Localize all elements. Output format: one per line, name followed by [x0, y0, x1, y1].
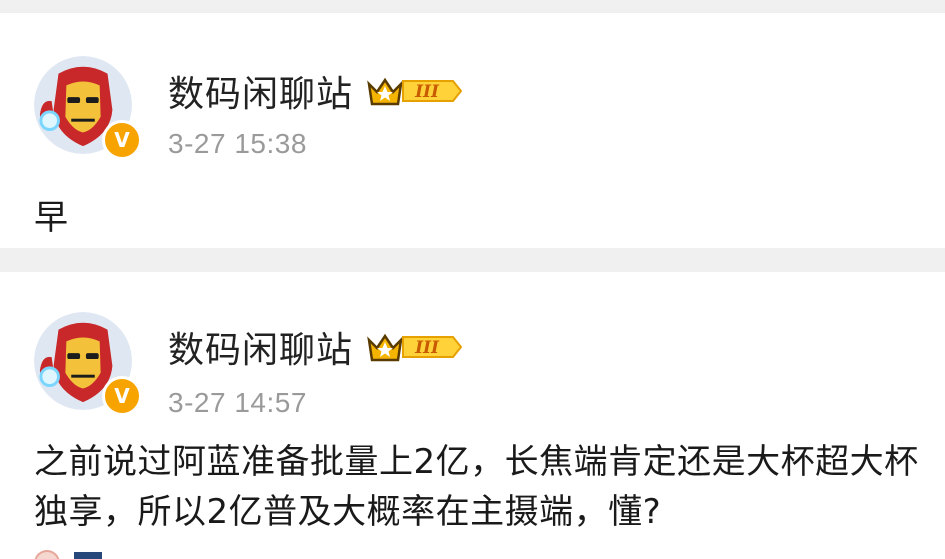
username[interactable]: 数码闲聊站: [168, 321, 353, 373]
post-card[interactable]: V 数码闲聊站 III 3-27 15:38 早: [0, 13, 945, 248]
post-content[interactable]: 早: [34, 193, 923, 243]
post-image-thumb[interactable]: [74, 552, 102, 559]
user-avatar[interactable]: V: [34, 312, 142, 416]
feed-separator: [0, 248, 945, 272]
name-row: 数码闲聊站 III: [168, 321, 465, 373]
post-image-thumb[interactable]: [34, 550, 60, 559]
feed-top-gap: [0, 0, 945, 13]
user-avatar[interactable]: V: [34, 56, 142, 160]
post-timestamp[interactable]: 3-27 14:57: [168, 387, 307, 419]
weibo-feed: V 数码闲聊站 III 3-27 15:38 早 V 数码闲聊站 III 3-2…: [0, 0, 945, 559]
svg-text:III: III: [414, 82, 440, 102]
username[interactable]: 数码闲聊站: [168, 65, 353, 117]
verified-v-icon: V: [102, 120, 142, 160]
verified-v-icon: V: [102, 376, 142, 416]
name-row: 数码闲聊站 III: [168, 65, 465, 117]
crown-vip-badge-icon[interactable]: III: [365, 330, 465, 364]
post-timestamp[interactable]: 3-27 15:38: [168, 128, 307, 160]
post-card[interactable]: V 数码闲聊站 III 3-27 14:57 之前说过阿蓝准备批量上2亿，长焦端…: [0, 272, 945, 559]
crown-vip-badge-icon[interactable]: III: [365, 74, 465, 108]
post-image-strip[interactable]: [34, 550, 102, 559]
svg-text:III: III: [414, 338, 440, 358]
post-content[interactable]: 之前说过阿蓝准备批量上2亿，长焦端肯定还是大杯超大杯独享，所以2亿普及大概率在主…: [34, 437, 923, 537]
